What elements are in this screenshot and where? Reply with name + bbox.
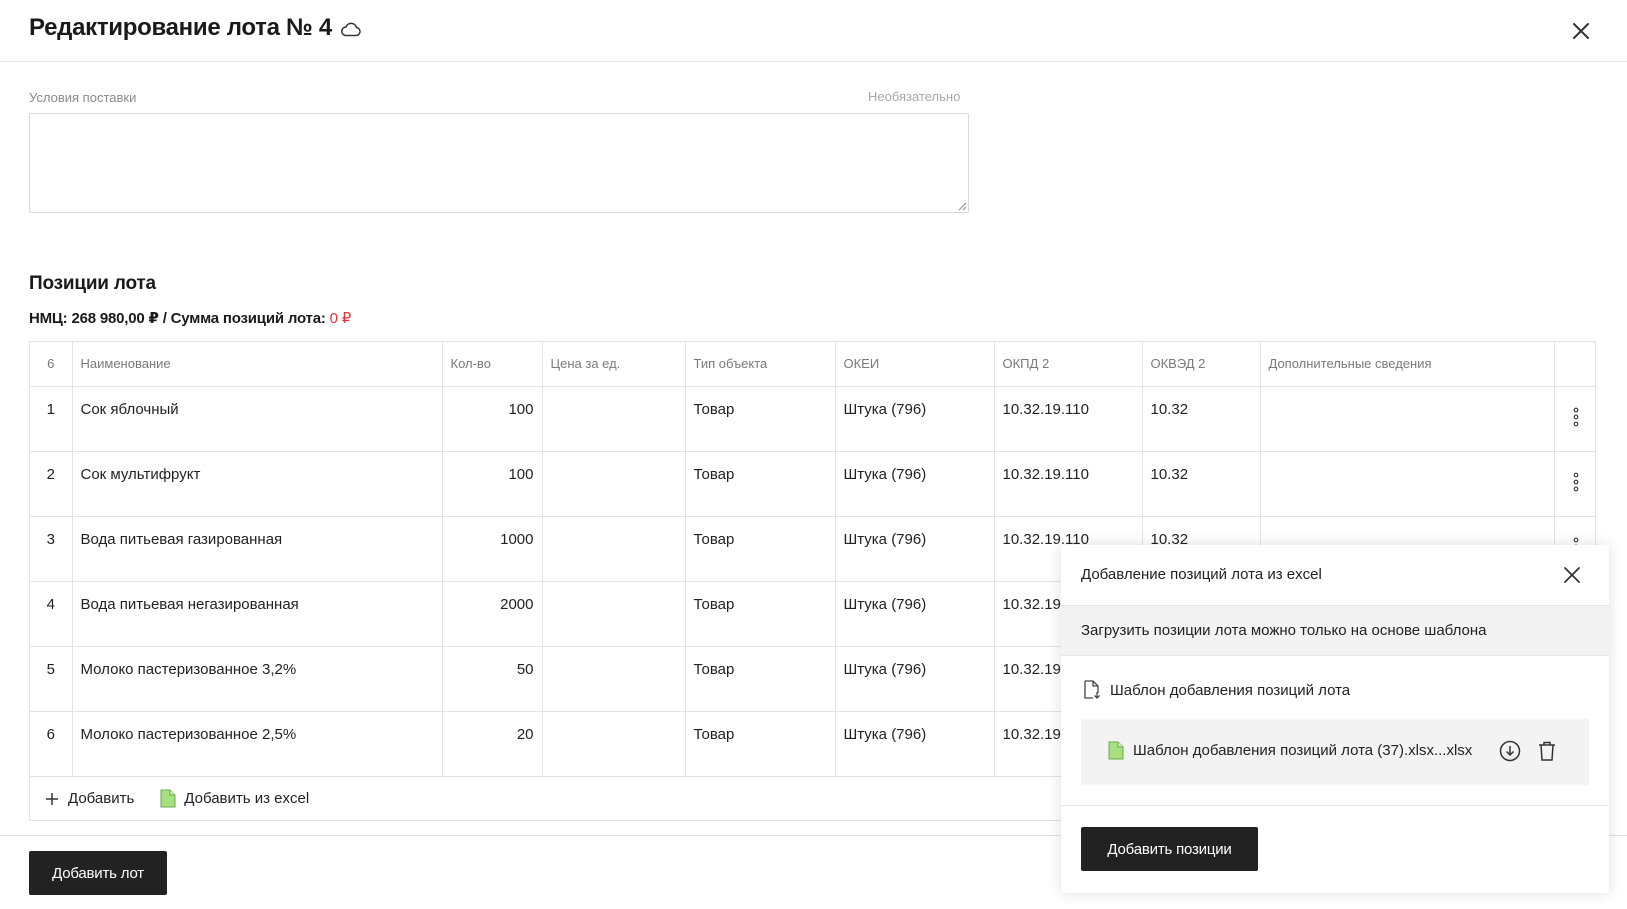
cell-price — [542, 516, 686, 582]
template-download-link[interactable]: Шаблон добавления позиций лота — [1083, 680, 1350, 700]
table-row: 2 Сок мультифрукт 100 Товар Штука (796) 10.32… — [30, 451, 1597, 517]
template-link-label: Шаблон добавления позиций лота — [1110, 681, 1351, 699]
delivery-optional-hint: Необязательно — [868, 89, 961, 104]
cell-name: Сок яблочный — [72, 386, 443, 452]
col-actions — [1554, 342, 1597, 387]
delivery-conditions-input[interactable] — [29, 113, 969, 213]
popup-info-bar: Загрузить позиции лота можно только на о… — [1061, 606, 1609, 656]
cell-qty: 100 — [442, 451, 543, 517]
col-okved: ОКВЭД 2 — [1142, 342, 1261, 387]
excel-file-icon — [160, 789, 176, 808]
page-title: Редактирование лота № 4 — [29, 14, 362, 42]
cell-name: Молоко пастеризованное 2,5% — [72, 711, 443, 777]
cell-qty: 100 — [442, 386, 543, 452]
table-row: 1 Сок яблочный 100 Товар Штука (796) 10.32.19… — [30, 386, 1597, 452]
cell-price — [542, 646, 686, 712]
cell-name: Вода питьевая негазированная — [72, 581, 443, 647]
cell-okei: Штука (796) — [835, 386, 995, 452]
excel-file-icon — [1108, 741, 1124, 760]
cell-okei: Штука (796) — [835, 581, 995, 647]
col-okpd: ОКПД 2 — [994, 342, 1143, 387]
cell-n: 1 — [30, 386, 73, 452]
cell-okved: 10.32 — [1142, 451, 1261, 517]
cell-price — [542, 451, 686, 517]
add-positions-button[interactable]: Добавить позиции — [1081, 827, 1258, 871]
plus-icon — [46, 792, 58, 805]
popup-title: Добавление позиций лота из excel — [1081, 566, 1322, 583]
cell-type: Товар — [685, 646, 836, 712]
cell-okei: Штука (796) — [835, 516, 995, 582]
cell-actions — [1554, 451, 1597, 517]
cloud-icon — [340, 22, 361, 37]
cell-price — [542, 711, 686, 777]
cell-okpd: 10.32.19.110 — [994, 451, 1143, 517]
page-title-text: Редактирование лота № 4 — [29, 14, 332, 41]
cell-okei: Штука (796) — [835, 646, 995, 712]
uploaded-file-name: Шаблон добавления позиций лота (37).xlsx… — [1133, 742, 1473, 759]
cell-type: Товар — [685, 386, 836, 452]
close-icon[interactable] — [1568, 18, 1594, 44]
cell-n: 6 — [30, 711, 73, 777]
col-okei: ОКЕИ — [835, 342, 995, 387]
uploaded-file-box: Шаблон добавления позиций лота (37).xlsx… — [1081, 719, 1589, 785]
cell-n: 4 — [30, 581, 73, 647]
cell-okpd: 10.32.19.110 — [994, 386, 1143, 452]
cell-n: 3 — [30, 516, 73, 582]
col-name: Наименование — [72, 342, 443, 387]
cell-n: 2 — [30, 451, 73, 517]
col-count: 6 — [30, 342, 73, 387]
cell-extra — [1260, 386, 1555, 452]
add-from-excel-button[interactable]: Добавить из excel — [160, 789, 309, 808]
resize-grip-icon[interactable] — [957, 201, 967, 211]
cell-actions — [1554, 386, 1597, 452]
cell-type: Товар — [685, 451, 836, 517]
cell-price — [542, 386, 686, 452]
popup-header: Добавление позиций лота из excel — [1061, 545, 1609, 606]
positions-summary: НМЦ: 268 980,00 ₽ / Сумма позиций лота: … — [29, 309, 351, 327]
kebab-menu-icon[interactable] — [1566, 471, 1586, 493]
cell-qty: 1000 — [442, 516, 543, 582]
cell-qty: 2000 — [442, 581, 543, 647]
cell-okei: Штука (796) — [835, 711, 995, 777]
cell-type: Товар — [685, 711, 836, 777]
cell-type: Товар — [685, 581, 836, 647]
add-lot-button[interactable]: Добавить лот — [29, 851, 167, 895]
delivery-label: Условия поставки — [29, 90, 137, 105]
col-price: Цена за ед. — [542, 342, 686, 387]
cell-name: Сок мультифрукт — [72, 451, 443, 517]
summary-nmc: НМЦ: 268 980,00 ₽ / Сумма позиций лота: — [29, 310, 330, 327]
positions-title: Позиции лота — [29, 273, 156, 294]
col-extra: Дополнительные сведения — [1260, 342, 1555, 387]
cell-qty: 50 — [442, 646, 543, 712]
col-type: Тип объекта — [685, 342, 836, 387]
uploaded-file: Шаблон добавления позиций лота (37).xlsx… — [1108, 741, 1472, 760]
modal-header: Редактирование лота № 4 — [0, 0, 1627, 62]
cell-okved: 10.32 — [1142, 386, 1261, 452]
popup-close-icon[interactable] — [1561, 564, 1583, 586]
cell-qty: 20 — [442, 711, 543, 777]
cell-price — [542, 581, 686, 647]
cell-okei: Штука (796) — [835, 451, 995, 517]
download-icon[interactable] — [1499, 740, 1521, 762]
file-download-icon — [1084, 680, 1100, 699]
cell-type: Товар — [685, 516, 836, 582]
cell-name: Вода питьевая газированная — [72, 516, 443, 582]
add-position-button[interactable]: Добавить — [44, 790, 134, 807]
popup-info-text: Загрузить позиции лота можно только на о… — [1081, 622, 1487, 639]
table-header-row: 6 Наименование Кол-во Цена за ед. Тип об… — [30, 342, 1597, 387]
add-position-label: Добавить — [68, 790, 135, 807]
summary-sum: 0 ₽ — [329, 310, 352, 327]
excel-import-popup: Добавление позиций лота из excel Загрузи… — [1061, 545, 1609, 893]
add-from-excel-label: Добавить из excel — [184, 790, 310, 807]
col-qty: Кол-во — [442, 342, 543, 387]
popup-divider — [1061, 805, 1609, 806]
kebab-menu-icon[interactable] — [1566, 406, 1586, 428]
cell-extra — [1260, 451, 1555, 517]
cell-name: Молоко пастеризованное 3,2% — [72, 646, 443, 712]
cell-n: 5 — [30, 646, 73, 712]
trash-icon[interactable] — [1537, 740, 1557, 762]
